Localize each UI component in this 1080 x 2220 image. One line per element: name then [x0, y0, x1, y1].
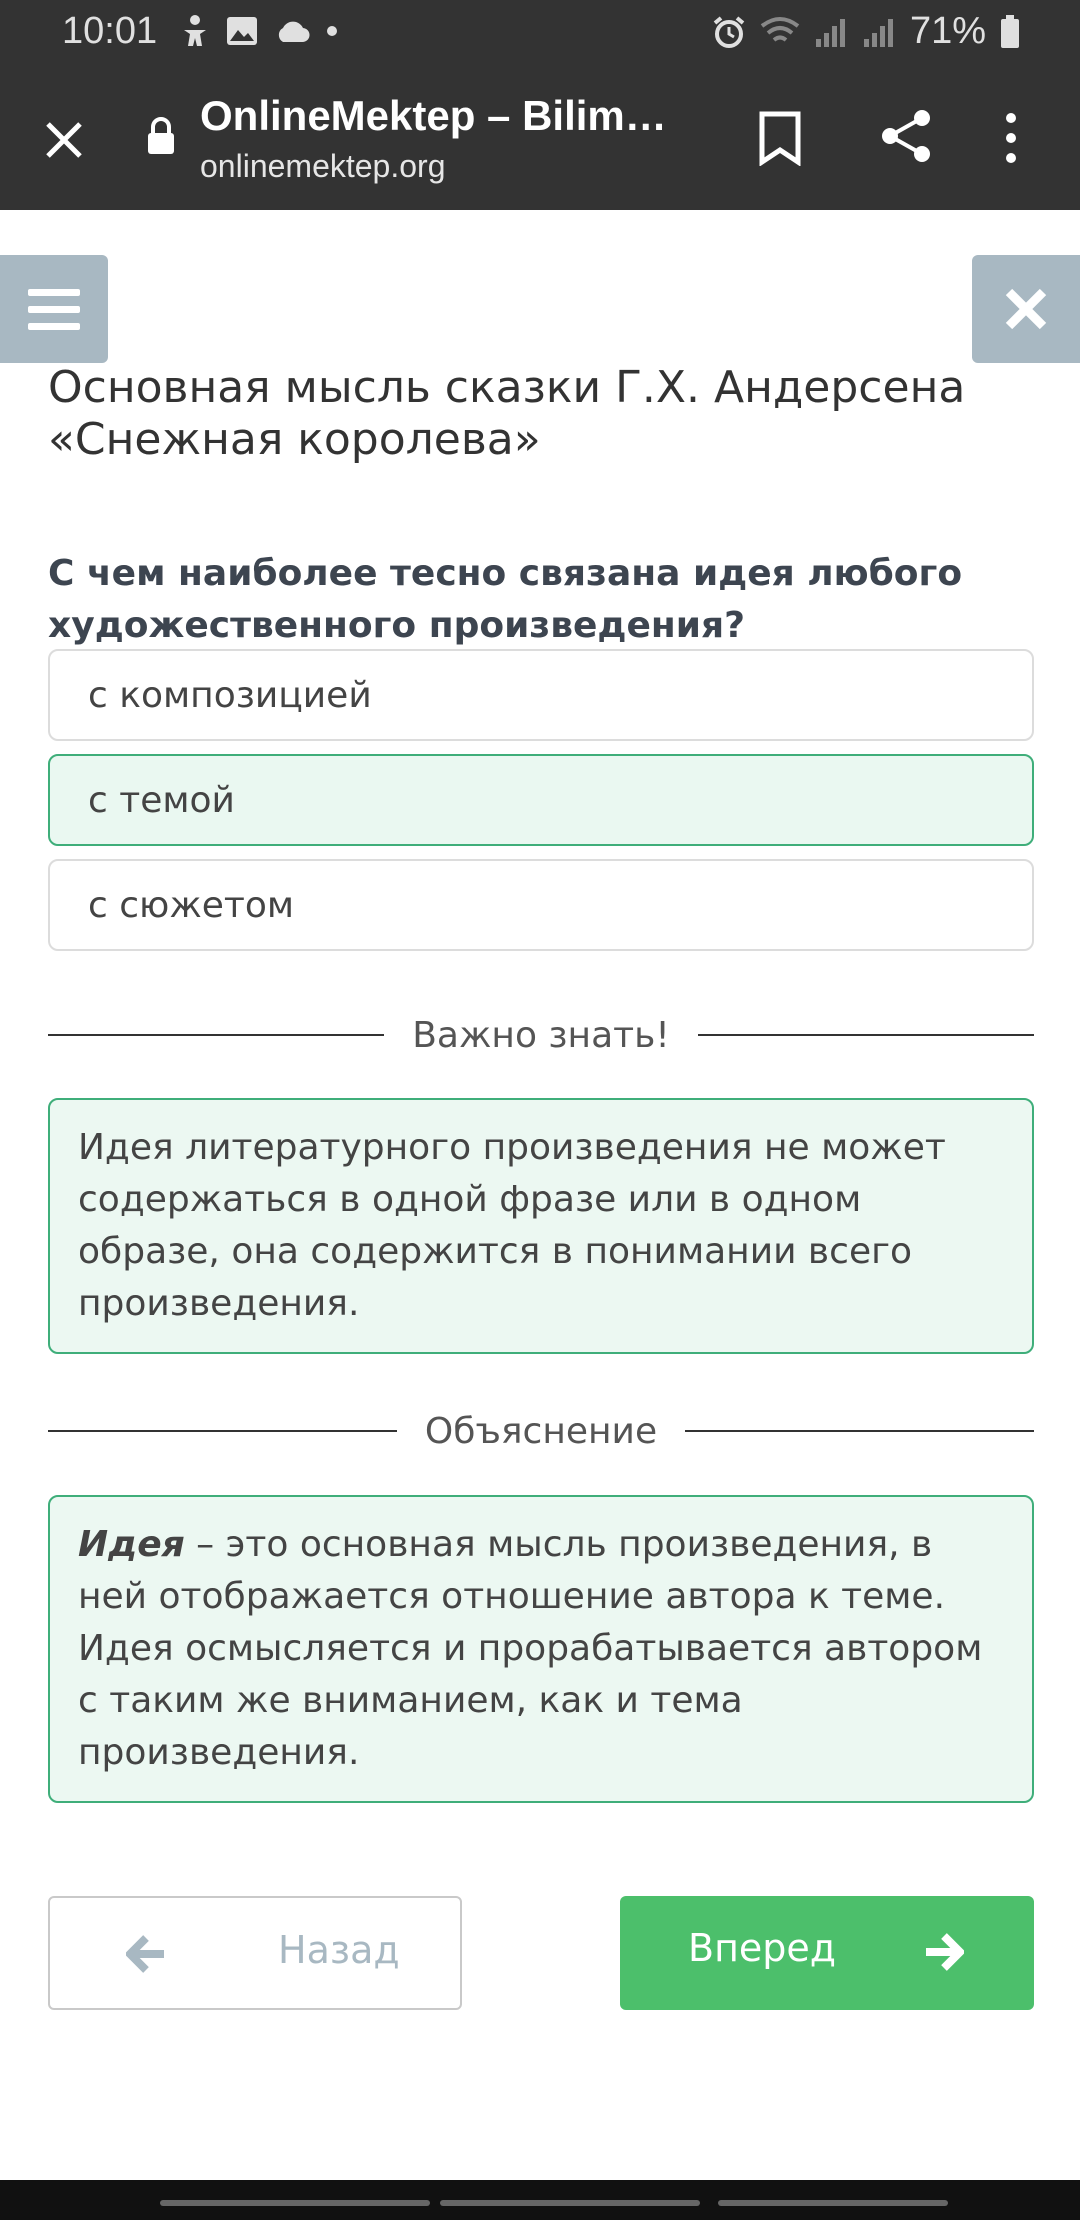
explanation-term: Идея [78, 1524, 185, 1565]
cloud-icon [278, 21, 310, 43]
arrow-left-icon [126, 1935, 164, 1973]
hamburger-bar [28, 322, 80, 330]
nav-gesture-handle[interactable] [718, 2200, 948, 2206]
important-heading: Важно знать! [412, 1014, 670, 1056]
wifi-icon [760, 16, 800, 42]
back-button-label: Назад [278, 1928, 400, 1972]
hamburger-bar [28, 305, 80, 313]
alarm-icon [713, 15, 745, 48]
more-options-icon[interactable] [1004, 110, 1018, 166]
browser-toolbar: OnlineMektep – Bilim… onlinemektep.org [0, 66, 1080, 210]
answer-option[interactable]: с сюжетом [48, 859, 1034, 951]
answer-option[interactable]: с композицией [48, 649, 1034, 741]
answer-option-label: с композицией [88, 674, 372, 716]
back-button[interactable]: Назад [48, 1896, 462, 2010]
browser-page-title: OnlineMektep – Bilim… [200, 92, 667, 139]
menu-button[interactable] [0, 255, 108, 363]
explanation-divider: Объяснение [48, 1406, 1035, 1456]
explanation-heading: Объяснение [424, 1410, 658, 1452]
important-divider: Важно знать! [48, 1010, 1034, 1060]
close-tab-button[interactable] [30, 106, 98, 174]
status-bar: 10:01 71% [0, 0, 1080, 66]
signal-icon [815, 18, 845, 47]
answer-option-label: с сюжетом [88, 884, 295, 926]
lock-icon [148, 117, 174, 154]
answer-option-label: с темой [88, 779, 235, 821]
share-icon[interactable] [878, 108, 934, 164]
divider-line [685, 1430, 1035, 1432]
close-lesson-button[interactable] [972, 255, 1080, 363]
hamburger-icon [28, 288, 80, 296]
browser-url[interactable]: onlinemektep.org [200, 148, 445, 185]
answer-option-selected[interactable]: с темой [48, 754, 1034, 846]
explanation-text: – это основная мысль произведения, в ней… [78, 1524, 983, 1773]
battery-percent: 71% [909, 10, 986, 52]
close-icon [1005, 288, 1047, 330]
battery-icon [1001, 14, 1019, 48]
divider-line [48, 1430, 397, 1432]
important-text: Идея литературного произведения не может… [78, 1127, 946, 1324]
dot-icon [327, 26, 337, 36]
close-icon [46, 122, 82, 158]
page-title: Основная мысль сказки Г.Х. Андерсена «Сн… [48, 362, 966, 465]
explanation-box: Идея – это основная мысль произведения, … [48, 1495, 1034, 1803]
divider-line [697, 1034, 1034, 1036]
nav-gesture-handle[interactable] [160, 2200, 430, 2206]
signal-icon-2 [863, 18, 893, 47]
nav-gesture-handle[interactable] [440, 2200, 700, 2206]
system-navigation-bar [0, 2180, 1080, 2220]
bookmark-icon[interactable] [756, 110, 804, 166]
status-time: 10:01 [62, 10, 158, 52]
accessibility-icon [184, 15, 206, 46]
arrow-right-icon [926, 1933, 964, 1971]
next-button-label: Вперед [688, 1926, 837, 1970]
important-box: Идея литературного произведения не может… [48, 1098, 1034, 1354]
image-icon [227, 17, 257, 45]
status-right: 71% [712, 10, 1020, 53]
divider-line [48, 1034, 385, 1036]
notification-icons [180, 14, 338, 48]
question-text: С чем наиболее тесно связана идея любого… [48, 553, 963, 646]
next-button[interactable]: Вперед [620, 1896, 1034, 2010]
